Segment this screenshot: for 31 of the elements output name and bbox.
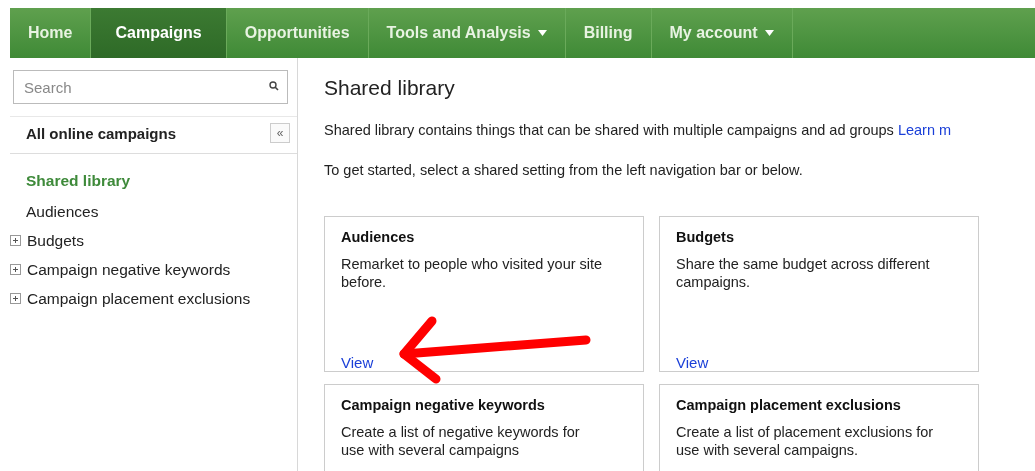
sidebar-item[interactable]: Campaign negative keywords: [10, 255, 297, 284]
sidebar-item[interactable]: Campaign placement exclusions: [10, 284, 297, 313]
sidebar-item[interactable]: Audiences: [10, 197, 297, 226]
view-link[interactable]: View: [341, 354, 374, 371]
sidebar-heading: All online campaigns: [26, 124, 177, 142]
nav-tab[interactable]: Tools and Analysis: [368, 8, 566, 58]
sidebar-item[interactable]: Shared library: [10, 164, 297, 197]
view-link[interactable]: View: [676, 354, 709, 371]
search-field[interactable]: Search: [13, 70, 288, 104]
card-title: Campaign negative keywords: [341, 397, 545, 413]
expand-icon[interactable]: [10, 235, 21, 246]
sidebar-item[interactable]: Budgets: [10, 226, 297, 255]
nav-tab[interactable]: My account: [651, 8, 793, 58]
card-title: Budgets: [676, 229, 734, 245]
nav-tab[interactable]: Opportunities: [226, 8, 369, 58]
card-title: Campaign placement exclusions: [676, 397, 901, 413]
card-title: Audiences: [341, 229, 415, 245]
nav-tab[interactable]: Billing: [565, 8, 652, 58]
search-icon: [269, 81, 279, 91]
page-title: Shared library: [324, 76, 456, 100]
card-description: Share the same budget across different campaigns.: [676, 255, 931, 292]
expand-icon[interactable]: [10, 264, 21, 275]
card-description: Create a list of negative keywords for use with several campaigns: [341, 423, 581, 460]
learn-more-link[interactable]: Learn m: [897, 122, 952, 138]
nav-tab[interactable]: Campaigns: [91, 8, 227, 58]
intro-text: Shared library contains things that can be shared with multiple campaigns and ad groups Learn m: [324, 122, 953, 138]
collapse-button[interactable]: «: [270, 123, 290, 143]
card-description: Create a list of placement exclusions for use with several campaigns.: [676, 423, 935, 460]
expand-icon[interactable]: [10, 293, 21, 304]
hint-text: To get started, select a shared setting from the left navigation bar or below.: [324, 162, 804, 178]
card-description: Remarket to people who visited your site before.: [341, 255, 603, 292]
